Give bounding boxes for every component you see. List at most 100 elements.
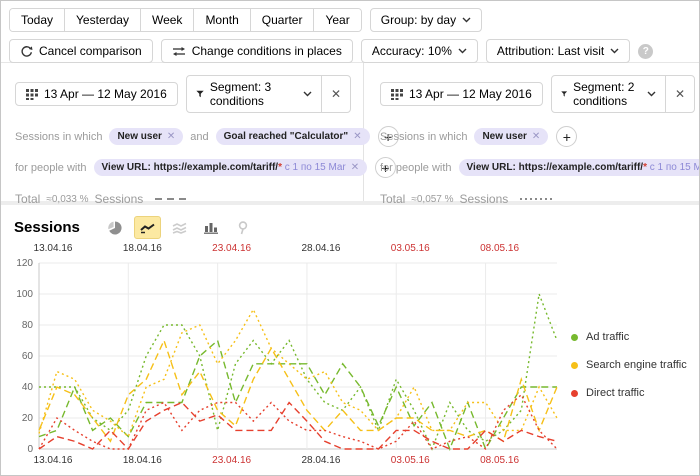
cancel-comparison-button[interactable]: Cancel comparison <box>9 39 153 63</box>
chart-title: Sessions <box>14 219 80 236</box>
legend-item-direct-traffic[interactable]: Direct traffic <box>571 387 687 399</box>
date-label-top: 08.05.16 <box>480 243 519 254</box>
toolbar: Today Yesterday Week Month Quarter Year … <box>1 1 699 63</box>
series-direct-traffic-B <box>39 395 557 449</box>
date-label-top: 18.04.16 <box>123 243 162 254</box>
chart-area: 02040608010012013.04.1613.04.1618.04.161… <box>1 243 699 476</box>
y-tick-label: 100 <box>16 289 33 300</box>
calendar-grid-icon <box>26 88 38 100</box>
help-icon[interactable]: ? <box>638 44 653 59</box>
condition-chip-new-user[interactable]: New user ✕ <box>109 128 183 145</box>
condition-chip-view-url[interactable]: View URL: https://example.com/tariff/* с… <box>94 159 368 176</box>
chart-type-line-button[interactable] <box>134 216 161 239</box>
period-yesterday[interactable]: Yesterday <box>65 9 141 31</box>
group-by-dropdown[interactable]: Group: by day <box>370 8 482 32</box>
total-value: ≈0,033 % <box>46 194 88 205</box>
remove-segment-a-button[interactable]: ✕ <box>322 76 350 112</box>
date-label-bottom: 13.04.16 <box>34 455 73 466</box>
toolbar-row-periods: Today Yesterday Week Month Quarter Year … <box>9 8 691 32</box>
segment-control-a: Segment: 3 conditions ✕ <box>186 75 351 113</box>
chart-type-pie-button[interactable] <box>102 216 129 239</box>
dotted-line-sample <box>520 197 554 201</box>
chevron-down-icon <box>458 48 467 54</box>
chip-close-icon[interactable]: ✕ <box>532 131 540 142</box>
pie-chart-icon <box>108 221 122 235</box>
change-conditions-button[interactable]: Change conditions in places <box>161 39 353 63</box>
attribution-label: Attribution: Last visit <box>497 44 604 58</box>
chip-close-icon[interactable]: ✕ <box>353 131 361 142</box>
group-by-label: Group: by day <box>381 13 456 27</box>
legend-item-ad-traffic[interactable]: Ad traffic <box>571 331 687 343</box>
total-value: ≈0,057 % <box>411 194 453 205</box>
y-tick-label: 0 <box>27 444 33 455</box>
y-tick-label: 60 <box>22 351 34 362</box>
chip-close-icon[interactable]: ✕ <box>351 162 359 173</box>
chip-close-icon[interactable]: ✕ <box>167 131 175 142</box>
segment-panel-b: 13 Apr — 12 May 2016 Segment: 2 conditio… <box>364 63 699 201</box>
chart-type-columns-button[interactable] <box>198 216 225 239</box>
chart-type-area-button[interactable] <box>166 216 193 239</box>
for-people-with-label: for people with <box>15 162 87 174</box>
date-label-bottom: 28.04.16 <box>301 455 340 466</box>
filter-funnel-icon <box>196 89 204 99</box>
legend-dot-icon <box>571 390 578 397</box>
remove-segment-b-button[interactable]: ✕ <box>666 76 694 112</box>
date-range-button-a[interactable]: 13 Apr — 12 May 2016 <box>15 82 178 106</box>
segment-dropdown-b[interactable]: Segment: 2 conditions <box>552 76 666 112</box>
segment-panel-a: 13 Apr — 12 May 2016 Segment: 3 conditio… <box>1 63 364 201</box>
dashed-line-sample <box>155 197 189 201</box>
condition-chip-view-url[interactable]: View URL: https://example.com/tariff/* с… <box>459 159 700 176</box>
analytics-app: Today Yesterday Week Month Quarter Year … <box>0 0 700 476</box>
period-month[interactable]: Month <box>194 9 250 31</box>
chip-label: New user <box>482 131 526 142</box>
period-week[interactable]: Week <box>141 9 194 31</box>
chevron-down-icon <box>610 48 619 54</box>
date-label-top: 03.05.16 <box>391 243 430 254</box>
y-tick-label: 80 <box>22 320 34 331</box>
period-quarter[interactable]: Quarter <box>251 9 315 31</box>
calendar-grid-icon <box>391 88 403 100</box>
total-metric: Sessions <box>460 192 509 206</box>
date-range-label: 13 Apr — 12 May 2016 <box>409 87 532 101</box>
segment-dropdown-a[interactable]: Segment: 3 conditions <box>187 76 321 112</box>
chip-label: New user <box>117 131 161 142</box>
date-range-label: 13 Apr — 12 May 2016 <box>44 87 167 101</box>
sessions-in-which-label: Sessions in which <box>15 131 102 143</box>
legend-label: Direct traffic <box>586 387 644 399</box>
refresh-icon <box>20 45 33 58</box>
condition-chip-new-user[interactable]: New user ✕ <box>474 128 548 145</box>
date-label-top: 13.04.16 <box>34 243 73 254</box>
for-people-with-label: for people with <box>380 162 452 174</box>
line-chart-icon <box>140 222 155 234</box>
comparison-panels: 13 Apr — 12 May 2016 Segment: 3 conditio… <box>1 63 699 201</box>
total-row-a: Total ≈0,033 % Sessions <box>15 192 351 206</box>
date-range-button-b[interactable]: 13 Apr — 12 May 2016 <box>380 82 543 106</box>
date-label-bottom: 18.04.16 <box>123 455 162 466</box>
period-today[interactable]: Today <box>10 9 65 31</box>
series-direct-traffic-A <box>39 403 557 450</box>
add-condition-button[interactable]: + <box>556 126 577 147</box>
attribution-dropdown[interactable]: Attribution: Last visit <box>486 39 630 63</box>
toolbar-row-actions: Cancel comparison Change conditions in p… <box>9 39 691 63</box>
y-tick-label: 40 <box>22 382 34 393</box>
change-conditions-label: Change conditions in places <box>192 44 342 58</box>
sessions-in-which-label: Sessions in which <box>380 131 467 143</box>
cancel-comparison-label: Cancel comparison <box>39 44 142 58</box>
period-year[interactable]: Year <box>314 9 360 31</box>
accuracy-label: Accuracy: 10% <box>372 44 452 58</box>
legend-dot-icon <box>571 334 578 341</box>
chart-legend: Ad traffic Search engine traffic Direct tr… <box>571 331 687 415</box>
date-label-bottom: 03.05.16 <box>391 455 430 466</box>
map-pin-icon <box>237 221 249 235</box>
and-label: and <box>190 131 208 143</box>
condition-chip-goal[interactable]: Goal reached "Calculator" ✕ <box>216 128 370 145</box>
total-metric: Sessions <box>95 192 144 206</box>
date-label-bottom: 23.04.16 <box>212 455 251 466</box>
column-chart-icon <box>204 221 218 234</box>
legend-item-search-engine-traffic[interactable]: Search engine traffic <box>571 359 687 371</box>
chevron-down-icon <box>303 91 312 97</box>
chart-type-map-button[interactable] <box>230 216 257 239</box>
accuracy-dropdown[interactable]: Accuracy: 10% <box>361 39 478 63</box>
total-row-b: Total ≈0,057 % Sessions <box>380 192 695 206</box>
legend-label: Search engine traffic <box>586 359 687 371</box>
